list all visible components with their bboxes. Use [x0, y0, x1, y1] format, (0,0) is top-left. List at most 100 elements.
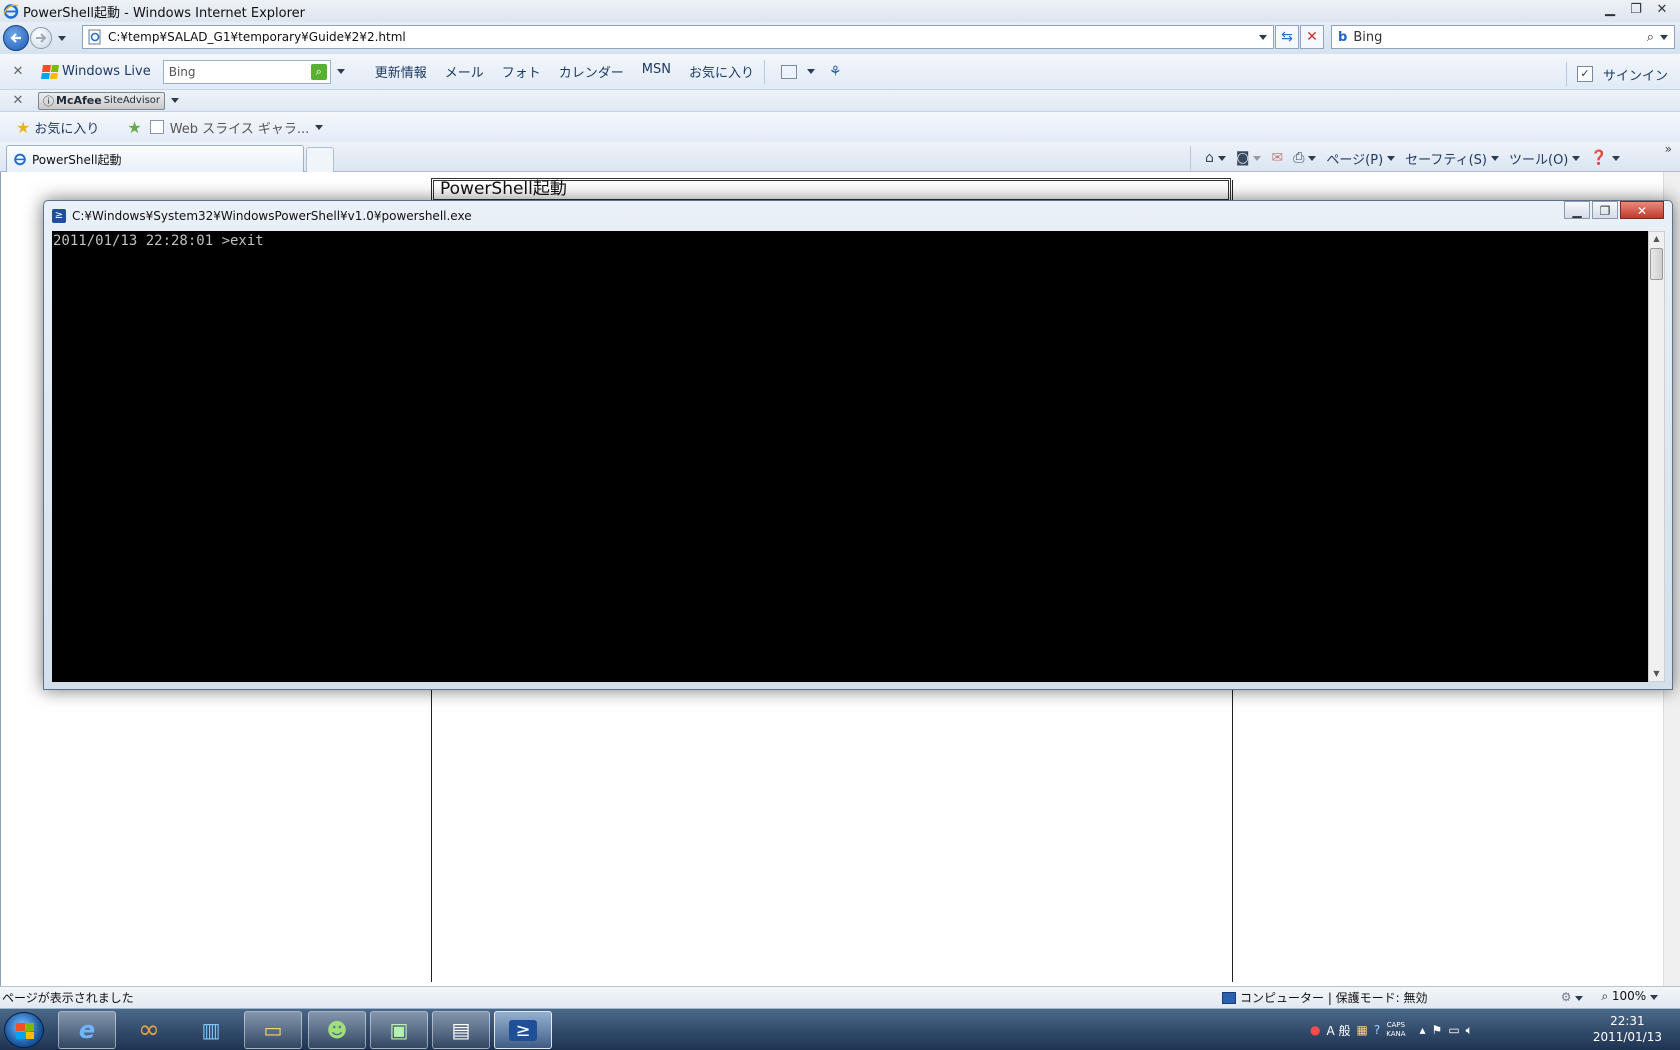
- safety-menu[interactable]: セーフティ(S): [1405, 149, 1499, 168]
- web-slice-gallery-link[interactable]: Web スライス ギャラ...: [149, 118, 324, 137]
- stop-button[interactable]: ✕: [1300, 25, 1324, 49]
- scroll-thumb[interactable]: [1650, 248, 1663, 280]
- read-mail-button[interactable]: ✉: [1271, 150, 1283, 166]
- mail-icon: ✉: [1271, 150, 1284, 166]
- maximize-button[interactable]: ❐: [1624, 1, 1648, 19]
- windows-start-icon: [16, 1023, 34, 1039]
- tab-powershell[interactable]: PowerShell起動: [6, 145, 304, 172]
- live-menu-favorites[interactable]: お気に入り: [689, 62, 754, 81]
- page-menu[interactable]: ページ(P): [1326, 149, 1396, 168]
- forward-button[interactable]: [30, 27, 52, 49]
- ime-toolbar-icon[interactable]: ▦: [1357, 1023, 1368, 1037]
- address-dropdown[interactable]: [1259, 34, 1267, 40]
- address-bar[interactable]: C:¥temp¥SALAD_G1¥temporary¥Guide¥2¥2.htm…: [82, 25, 1274, 49]
- search-options-dropdown[interactable]: [1660, 34, 1668, 40]
- ime-mode[interactable]: A 般: [1326, 1022, 1350, 1039]
- close-button[interactable]: ✕: [1650, 1, 1674, 19]
- taskbar-explorer[interactable]: ▭: [244, 1011, 302, 1049]
- security-zone[interactable]: コンピューター | 保護モード: 無効: [1222, 989, 1428, 1006]
- live-search-dropdown[interactable]: [336, 69, 345, 74]
- users-icon: ☻: [326, 1018, 348, 1042]
- rss-icon: ◙: [1235, 150, 1250, 166]
- page-menu-label: ページ(P): [1326, 152, 1384, 168]
- start-button[interactable]: [4, 1012, 44, 1048]
- live-menu-msn[interactable]: MSN: [642, 62, 671, 81]
- taskbar-app-infinity[interactable]: ∞: [120, 1011, 178, 1049]
- tools-icon: ▥: [201, 1018, 221, 1042]
- help-menu[interactable]: ❓: [1590, 150, 1620, 166]
- window-icon-dropdown[interactable]: [807, 69, 815, 74]
- signin-link[interactable]: サインイン: [1603, 65, 1668, 84]
- mcafee-toolbar: ✕ ⓘ McAfee SiteAdvisor: [0, 90, 1680, 112]
- scroll-down-icon[interactable]: ▼: [1649, 667, 1664, 681]
- zoom-control[interactable]: ⌕ 100%: [1601, 989, 1658, 1004]
- scroll-up-icon[interactable]: ▲: [1649, 232, 1664, 246]
- protected-mode-icon[interactable]: ⚙: [1561, 990, 1584, 1004]
- taskbar-ie[interactable]: e: [58, 1011, 116, 1049]
- taskbar-app-tools[interactable]: ▥: [182, 1011, 240, 1049]
- network-icon[interactable]: ▭: [1448, 1023, 1459, 1037]
- live-search-placeholder[interactable]: Bing: [169, 65, 196, 79]
- web-slice-dropdown[interactable]: [315, 124, 324, 130]
- live-menu-calendar[interactable]: カレンダー: [559, 62, 624, 81]
- computer-zone-icon: [1222, 991, 1236, 1004]
- taskbar-app-monitor[interactable]: ▣: [370, 1011, 428, 1049]
- more-commands-chevron-icon[interactable]: »: [1665, 142, 1672, 156]
- ie-icon: e: [78, 1016, 96, 1044]
- powershell-window[interactable]: ≥ C:¥Windows¥System32¥WindowsPowerShell¥…: [43, 200, 1673, 690]
- alert-icon[interactable]: ●: [1310, 1023, 1320, 1037]
- help-icon[interactable]: ?: [1374, 1023, 1380, 1037]
- powershell-scrollbar[interactable]: ▲ ▼: [1648, 231, 1665, 682]
- document-icon: ▤: [451, 1018, 471, 1042]
- show-hidden-icons[interactable]: ▴: [1420, 1023, 1426, 1037]
- mcafee-dropdown[interactable]: [171, 98, 180, 103]
- live-search-input[interactable]: Bing ⌕: [162, 59, 331, 84]
- back-button[interactable]: [3, 25, 29, 51]
- translate-icon[interactable]: ⚘: [829, 64, 842, 80]
- tools-menu[interactable]: ツール(O): [1509, 149, 1581, 168]
- window-icon[interactable]: [781, 64, 797, 79]
- history-dropdown[interactable]: [58, 35, 66, 41]
- powershell-icon: ≥: [509, 1019, 537, 1041]
- action-center-flag-icon[interactable]: ⚑: [1432, 1023, 1443, 1037]
- favorites-button[interactable]: ★ お気に入り: [16, 118, 99, 137]
- clock[interactable]: 22:31 2011/01/13: [1593, 1013, 1662, 1045]
- windows-live-toolbar: ✕ Windows Live Bing ⌕ 更新情報 メール フォト カレンダー…: [0, 54, 1680, 90]
- star-icon: ★: [16, 117, 31, 137]
- taskbar-app-users[interactable]: ☻: [308, 1011, 366, 1049]
- taskbar-powershell[interactable]: ≥: [494, 1011, 552, 1049]
- new-tab-button[interactable]: [306, 147, 334, 172]
- mcafee-siteadvisor-button[interactable]: ⓘ McAfee SiteAdvisor: [38, 91, 166, 110]
- home-icon: ⌂: [1205, 150, 1214, 166]
- live-search-go-icon[interactable]: ⌕: [310, 63, 327, 80]
- taskbar: e ∞ ▥ ▭ ☻ ▣ ▤ ≥ ● A 般 ▦ ? CAPS KANA ▴ ⚑ …: [0, 1008, 1680, 1050]
- search-placeholder[interactable]: Bing: [1353, 30, 1646, 45]
- close-mcafee-toolbar-icon[interactable]: ✕: [8, 93, 28, 108]
- powershell-maximize-button[interactable]: ❐: [1592, 201, 1618, 219]
- feeds-button[interactable]: ◙: [1236, 150, 1262, 166]
- forward-arrow-icon: [36, 33, 47, 43]
- system-tray: ● A 般 ▦ ? CAPS KANA ▴ ⚑ ▭ 🔈︎: [1310, 1011, 1473, 1049]
- live-menu-photos[interactable]: フォト: [502, 62, 541, 81]
- minimize-button[interactable]: ▁: [1598, 1, 1622, 19]
- bing-search-box[interactable]: b Bing ⌕: [1331, 25, 1675, 49]
- powershell-close-button[interactable]: ✕: [1620, 201, 1664, 219]
- windows-live-button[interactable]: Windows Live: [41, 64, 151, 79]
- add-favorite-icon[interactable]: ★: [127, 118, 141, 137]
- live-menu-mail[interactable]: メール: [445, 62, 484, 81]
- live-menu-updates[interactable]: 更新情報: [375, 62, 427, 81]
- home-button[interactable]: ⌂: [1205, 150, 1226, 166]
- print-button[interactable]: ⎙: [1293, 150, 1317, 166]
- checkmark-icon[interactable]: ✓: [1576, 66, 1593, 82]
- search-icon[interactable]: ⌕: [1647, 30, 1654, 45]
- stop-icon: ✕: [1306, 29, 1318, 45]
- address-url[interactable]: C:¥temp¥SALAD_G1¥temporary¥Guide¥2¥2.htm…: [108, 30, 1259, 44]
- powershell-console[interactable]: 2011/01/13 22:28:01 >exit: [52, 231, 1648, 682]
- powershell-minimize-button[interactable]: ▁: [1564, 201, 1590, 219]
- taskbar-notepad[interactable]: ▤: [432, 1011, 490, 1049]
- ie-icon: [14, 153, 26, 166]
- volume-icon[interactable]: 🔈︎: [1466, 1023, 1473, 1038]
- close-toolbar-icon[interactable]: ✕: [8, 64, 28, 79]
- security-zone-label: コンピューター | 保護モード: 無効: [1240, 991, 1428, 1005]
- refresh-button[interactable]: ⇆: [1275, 25, 1299, 49]
